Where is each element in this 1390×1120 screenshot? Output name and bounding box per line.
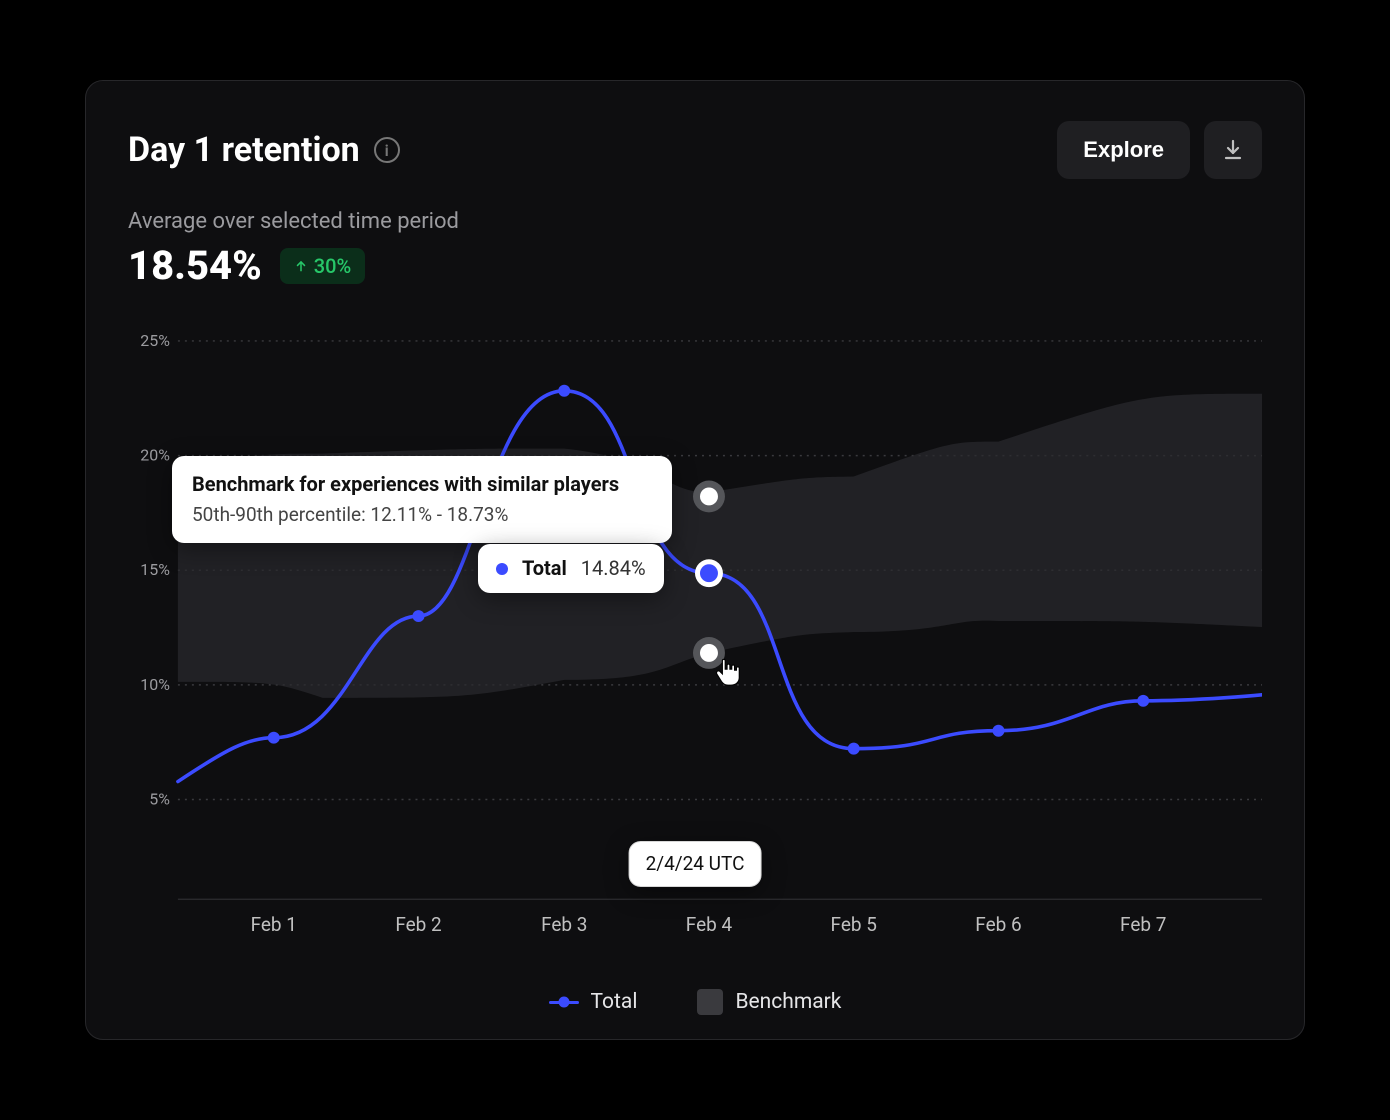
total-tooltip-label: Total — [522, 554, 567, 583]
data-point[interactable] — [992, 725, 1004, 737]
total-tooltip-value: 14.84% — [581, 554, 646, 583]
y-tick: 20% — [140, 446, 170, 465]
delta-value: 30% — [314, 254, 351, 278]
retention-card: Day 1 retention i Explore Average over s… — [85, 80, 1305, 1040]
x-tick: Feb 5 — [831, 913, 877, 936]
x-tick: Feb 6 — [975, 913, 1021, 936]
download-icon — [1221, 138, 1245, 162]
x-tick: Feb 7 — [1120, 913, 1166, 936]
y-tick: 10% — [140, 675, 170, 694]
data-point[interactable] — [1137, 695, 1149, 707]
benchmark-upper-marker-inner — [700, 487, 718, 505]
total-tooltip-dot — [496, 563, 508, 575]
y-tick: 15% — [140, 560, 170, 579]
legend-total-swatch — [549, 1001, 579, 1004]
delta-badge: 30% — [280, 248, 365, 284]
title-wrap: Day 1 retention i — [128, 130, 400, 170]
benchmark-lower-marker-inner — [700, 644, 718, 662]
x-tick: Feb 4 — [686, 913, 733, 936]
x-tick: Feb 1 — [251, 913, 297, 936]
metric-row: 18.54% 30% — [128, 242, 1262, 289]
date-tooltip-label: 2/4/24 UTC — [646, 852, 745, 875]
header-actions: Explore — [1057, 121, 1262, 179]
explore-button[interactable]: Explore — [1057, 121, 1190, 179]
data-point[interactable] — [848, 743, 860, 755]
data-point[interactable] — [412, 610, 424, 622]
total-tooltip: Total 14.84% — [478, 544, 664, 593]
legend-benchmark-label: Benchmark — [735, 990, 841, 1014]
card-header: Day 1 retention i Explore — [128, 121, 1262, 179]
legend-benchmark-swatch — [697, 989, 723, 1015]
x-tick: Feb 3 — [541, 913, 587, 936]
legend-total-label: Total — [591, 990, 638, 1014]
legend-benchmark[interactable]: Benchmark — [697, 989, 841, 1015]
y-tick: 5% — [149, 789, 170, 808]
card-title: Day 1 retention — [128, 130, 360, 170]
download-button[interactable] — [1204, 121, 1262, 179]
data-point[interactable] — [268, 732, 280, 744]
total-marker-inner — [700, 564, 718, 582]
data-point[interactable] — [558, 385, 570, 397]
arrow-up-icon — [294, 259, 308, 273]
y-tick: 25% — [140, 331, 170, 350]
info-icon[interactable]: i — [374, 137, 400, 163]
date-tooltip: 2/4/24 UTC — [629, 841, 762, 887]
benchmark-tooltip-sub: 50th-90th percentile: 12.11% - 18.73% — [192, 501, 652, 529]
summary-value: 18.54% — [128, 242, 262, 289]
x-tick: Feb 2 — [395, 913, 441, 936]
legend: Total Benchmark — [86, 989, 1304, 1015]
legend-total[interactable]: Total — [549, 990, 638, 1014]
benchmark-tooltip-title: Benchmark for experiences with similar p… — [192, 470, 652, 499]
benchmark-tooltip: Benchmark for experiences with similar p… — [172, 456, 672, 543]
summary-subtitle: Average over selected time period — [128, 209, 1262, 234]
chart-area[interactable]: 25% 20% 15% 10% 5% — [128, 321, 1262, 959]
